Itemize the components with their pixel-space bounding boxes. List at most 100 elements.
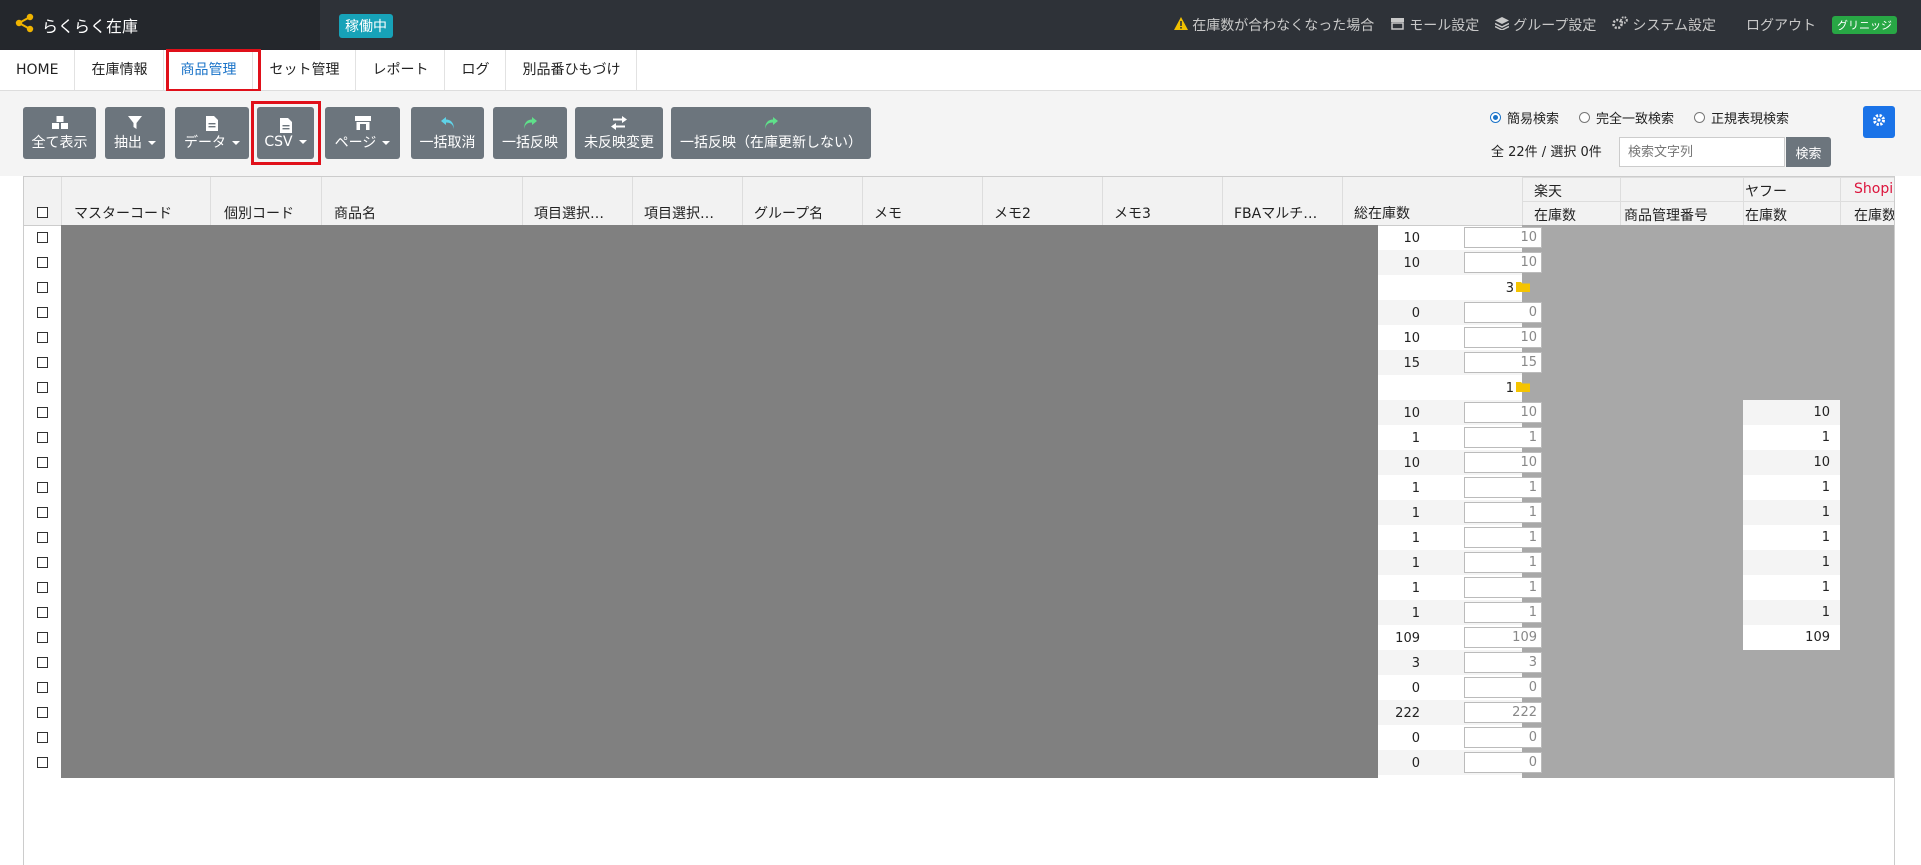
stock-input[interactable]: 10 xyxy=(1464,227,1542,248)
undo-all-button[interactable]: 一括取消 xyxy=(411,107,484,159)
total-stock-cell: 15 15 xyxy=(1378,350,1542,375)
radio-button[interactable] xyxy=(1694,112,1706,123)
stock-input[interactable]: 0 xyxy=(1464,677,1542,698)
tab-1[interactable]: 在庫情報 xyxy=(75,50,165,90)
folder-icon[interactable] xyxy=(1516,281,1530,296)
stock-input[interactable]: 1 xyxy=(1464,502,1542,523)
row-checkbox[interactable] xyxy=(37,532,48,543)
row-checkbox[interactable] xyxy=(37,757,48,768)
total-stock-value: 10 xyxy=(1403,331,1420,346)
share-nodes-icon xyxy=(14,12,42,38)
column-header[interactable]: メモ xyxy=(874,203,902,223)
tab-0[interactable]: HOME xyxy=(0,50,76,90)
stock-input[interactable]: 0 xyxy=(1464,752,1542,773)
mall-subcolumn-header[interactable]: 在庫数 xyxy=(1854,205,1894,225)
tab-2[interactable]: 商品管理 xyxy=(164,50,254,90)
row-checkbox[interactable] xyxy=(37,632,48,643)
row-checkbox[interactable] xyxy=(37,407,48,418)
row-checkbox[interactable] xyxy=(37,282,48,293)
gears-icon xyxy=(1612,16,1629,34)
row-checkbox[interactable] xyxy=(37,307,48,318)
row-checkbox[interactable] xyxy=(37,582,48,593)
unapplied-changes-button[interactable]: 未反映変更 xyxy=(575,107,663,159)
mall-group-header: 楽天 xyxy=(1534,184,1562,200)
row-checkbox[interactable] xyxy=(37,257,48,268)
tab-3[interactable]: セット管理 xyxy=(253,50,357,90)
total-stock-cell: 11 xyxy=(1378,575,1542,600)
product-table: マスターコード 個別コード 商品名 項目選択… 項目選択… グループ名 メモ メモ2 メモ3 FB… xyxy=(23,176,1895,865)
row-checkbox[interactable] xyxy=(37,382,48,393)
mall-subcolumn-header[interactable]: 在庫数 xyxy=(1745,205,1787,225)
stock-input[interactable]: 3 xyxy=(1464,652,1542,673)
row-checkbox[interactable] xyxy=(37,357,48,368)
search-mode-option[interactable]: 正規表現検索 xyxy=(1694,108,1789,127)
row-checkbox[interactable] xyxy=(37,707,48,718)
column-header[interactable]: 項目選択… xyxy=(534,203,604,223)
stock-input[interactable]: 222 xyxy=(1464,702,1542,723)
column-header[interactable]: 総在庫数 xyxy=(1354,203,1410,223)
settings-button[interactable] xyxy=(1863,106,1895,138)
mall-subcolumn-header[interactable]: 在庫数 xyxy=(1534,205,1576,225)
exchange-icon xyxy=(611,114,627,132)
extract-button[interactable]: 抽出 xyxy=(105,107,165,159)
column-header[interactable]: メモ3 xyxy=(1114,203,1151,223)
group-settings-link[interactable]: グループ設定 xyxy=(1494,15,1596,35)
system-settings-link[interactable]: システム設定 xyxy=(1612,15,1716,35)
search-mode-option[interactable]: 簡易検索 xyxy=(1490,108,1559,127)
stock-input[interactable]: 109 xyxy=(1464,627,1542,648)
stock-input[interactable]: 1 xyxy=(1464,602,1542,623)
data-button[interactable]: データ xyxy=(175,107,249,159)
folder-icon[interactable] xyxy=(1516,381,1530,396)
stock-input[interactable]: 0 xyxy=(1464,302,1542,323)
apply-all-button[interactable]: 一括反映 xyxy=(493,107,567,159)
row-checkbox[interactable] xyxy=(37,232,48,243)
stock-input[interactable]: 1 xyxy=(1464,427,1542,448)
column-header[interactable]: 個別コード xyxy=(224,203,294,223)
app-brand[interactable]: らくらく在庫 xyxy=(0,0,320,50)
row-checkbox[interactable] xyxy=(37,557,48,568)
row-checkbox[interactable] xyxy=(37,607,48,618)
stock-input[interactable]: 10 xyxy=(1464,402,1542,423)
apply-no-update-button[interactable]: 一括反映（在庫更新しない） xyxy=(671,107,871,159)
stock-input[interactable]: 10 xyxy=(1464,452,1542,473)
column-header[interactable]: 項目選択… xyxy=(644,203,714,223)
row-checkbox[interactable] xyxy=(37,507,48,518)
page-button[interactable]: ページ xyxy=(325,107,400,159)
column-header[interactable]: グループ名 xyxy=(754,203,823,223)
stock-input[interactable]: 10 xyxy=(1464,327,1542,348)
search-button[interactable]: 検索 xyxy=(1786,137,1831,167)
row-checkbox[interactable] xyxy=(37,457,48,468)
column-header[interactable]: 商品名 xyxy=(334,203,376,223)
show-all-button[interactable]: 全て表示 xyxy=(23,107,96,159)
stock-mismatch-link[interactable]: 在庫数が合わなくなった場合 xyxy=(1174,15,1374,35)
tab-4[interactable]: レポート xyxy=(356,50,446,90)
csv-button[interactable]: CSV xyxy=(257,107,314,159)
row-checkbox[interactable] xyxy=(37,332,48,343)
row-checkbox[interactable] xyxy=(37,732,48,743)
row-checkbox[interactable] xyxy=(37,682,48,693)
logout-link[interactable]: ログアウト xyxy=(1746,15,1816,35)
stock-input[interactable]: 1 xyxy=(1464,577,1542,598)
row-checkbox[interactable] xyxy=(37,432,48,443)
mall-subcolumn-header[interactable]: 商品管理番号 xyxy=(1624,205,1708,225)
row-checkbox[interactable] xyxy=(37,657,48,668)
column-header[interactable]: マスターコード xyxy=(74,203,172,223)
row-checkbox[interactable] xyxy=(37,482,48,493)
tab-6[interactable]: 別品番ひもづけ xyxy=(506,50,638,90)
search-input[interactable] xyxy=(1619,137,1785,167)
tab-5[interactable]: ログ xyxy=(445,50,507,90)
select-all-checkbox[interactable] xyxy=(37,207,48,218)
column-header[interactable]: FBAマルチ… xyxy=(1234,203,1317,223)
radio-button[interactable] xyxy=(1490,112,1501,123)
radio-button[interactable] xyxy=(1579,112,1591,123)
stock-input[interactable]: 10 xyxy=(1464,252,1542,273)
stock-input[interactable]: 15 xyxy=(1464,352,1542,373)
search-mode-option[interactable]: 完全一致検索 xyxy=(1579,108,1674,127)
stock-input[interactable]: 0 xyxy=(1464,727,1542,748)
stock-input[interactable]: 1 xyxy=(1464,552,1542,573)
column-header[interactable]: メモ2 xyxy=(994,203,1031,223)
stock-input[interactable]: 1 xyxy=(1464,527,1542,548)
mall-settings-link[interactable]: モール設定 xyxy=(1390,15,1479,35)
stock-input[interactable]: 1 xyxy=(1464,477,1542,498)
yahoo-stock-cell: 1 xyxy=(1743,550,1840,575)
